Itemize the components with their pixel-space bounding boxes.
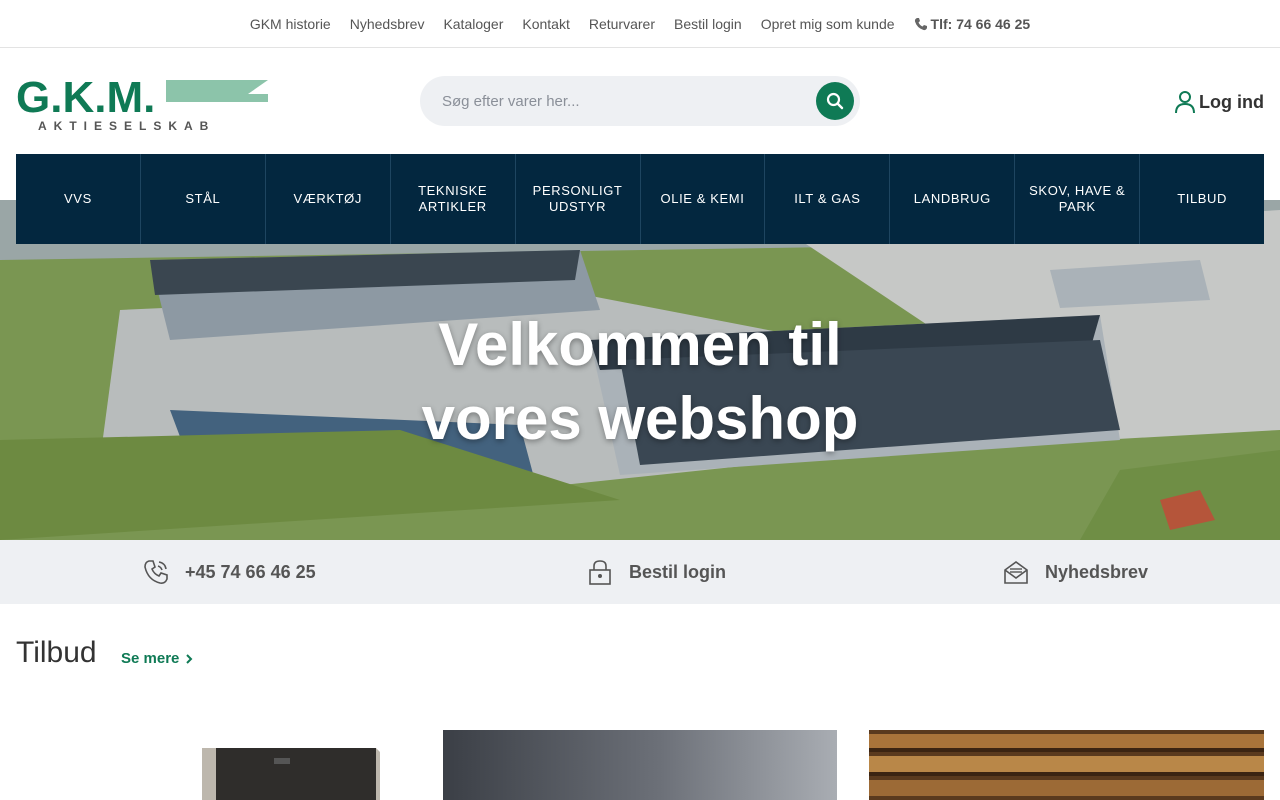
lock-icon	[589, 560, 611, 585]
hero-heading-line1: Velkommen til	[438, 311, 842, 378]
envelope-icon	[1004, 561, 1028, 584]
gkm-logo[interactable]: G.K.M. AKTIESELSKAB	[16, 73, 268, 134]
info-login-text: Bestil login	[629, 561, 727, 582]
link-gkm-historie[interactable]: GKM historie	[250, 16, 331, 32]
phone-icon	[144, 560, 168, 584]
hero-heading-line2: vores webshop	[421, 385, 859, 452]
search-icon	[826, 92, 844, 110]
user-icon	[1175, 91, 1196, 114]
see-more-link[interactable]: Se mere	[121, 650, 193, 667]
nav-item-tekniske-artikler[interactable]: TEKNISKE ARTIKLER	[391, 154, 516, 244]
hero-banner: Velkommen til vores webshop	[0, 200, 1280, 540]
search-button[interactable]	[816, 82, 854, 120]
topbar-phone-link[interactable]: Tlf: 74 66 46 25	[914, 15, 1031, 32]
offer-card-3[interactable]	[869, 730, 1264, 800]
link-returvarer[interactable]: Returvarer	[589, 16, 655, 32]
chevron-right-icon	[186, 653, 193, 664]
nav-item-tilbud[interactable]: TILBUD	[1140, 154, 1264, 244]
link-opret-kunde[interactable]: Opret mig som kunde	[761, 16, 895, 32]
nav-item-personligt-udstyr[interactable]: PERSONLIGT UDSTYR	[516, 154, 641, 244]
login-button[interactable]: Log ind	[1175, 90, 1264, 114]
offer-card-2[interactable]	[443, 730, 837, 800]
info-newsletter[interactable]: Nyhedsbrev	[1003, 540, 1148, 604]
see-more-label: Se mere	[121, 650, 180, 667]
hero-heading: Velkommen til vores webshop	[0, 308, 1280, 456]
nav-item-vaerktoej[interactable]: VÆRKTØJ	[266, 154, 391, 244]
category-nav: VVS STÅL VÆRKTØJ TEKNISKE ARTIKLER PERSO…	[16, 154, 1264, 244]
logo-letters: G.K.M.	[16, 76, 155, 122]
nav-item-vvs[interactable]: VVS	[16, 154, 141, 244]
offers-heading: Tilbud	[16, 636, 97, 669]
topbar-phone-text: Tlf: 74 66 46 25	[930, 15, 1031, 32]
info-strip: +45 74 66 46 25 Bestil login Nyhedsbrev	[0, 540, 1280, 604]
search-input[interactable]	[420, 76, 810, 126]
login-label: Log ind	[1199, 91, 1264, 112]
search-bar	[420, 76, 860, 126]
offer-bookshelf-image	[869, 730, 1264, 800]
nav-item-skov-have-park[interactable]: SKOV, HAVE & PARK	[1015, 154, 1141, 244]
link-kataloger[interactable]: Kataloger	[443, 16, 503, 32]
info-phone-text: +45 74 66 46 25	[185, 561, 316, 582]
info-newsletter-text: Nyhedsbrev	[1045, 561, 1149, 582]
nav-item-staal[interactable]: STÅL	[141, 154, 266, 244]
logo-tagline: AKTIESELSKAB	[38, 119, 215, 133]
nav-item-landbrug[interactable]: LANDBRUG	[890, 154, 1016, 244]
link-kontakt[interactable]: Kontakt	[522, 16, 569, 32]
info-phone[interactable]: +45 74 66 46 25	[143, 540, 316, 604]
link-bestil-login[interactable]: Bestil login	[674, 16, 742, 32]
nav-item-olie-kemi[interactable]: OLIE & KEMI	[641, 154, 766, 244]
offer-product-image	[202, 748, 380, 800]
nav-item-ilt-gas[interactable]: ILT & GAS	[765, 154, 891, 244]
phone-icon	[914, 17, 927, 30]
top-utility-bar: GKM historie Nyhedsbrev Kataloger Kontak…	[0, 0, 1280, 48]
link-nyhedsbrev[interactable]: Nyhedsbrev	[350, 16, 425, 32]
offer-card-1[interactable]	[16, 730, 410, 800]
info-login[interactable]: Bestil login	[587, 540, 726, 604]
